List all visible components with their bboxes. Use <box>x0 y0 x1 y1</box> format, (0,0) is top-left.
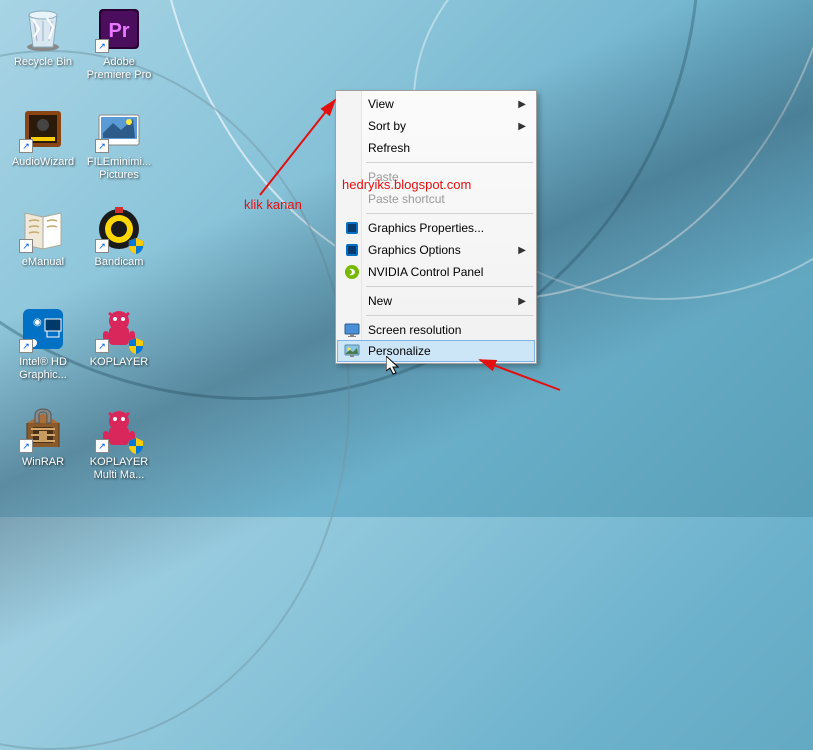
emanual-icon: ↗ <box>19 205 67 253</box>
desktop-icon-label: FILEminimi... Pictures <box>82 155 156 183</box>
shortcut-arrow-icon: ↗ <box>19 139 33 153</box>
menu-item-paste-shortcut: Paste shortcut <box>338 188 534 210</box>
menu-item-personalize[interactable]: Personalize <box>337 340 535 362</box>
menu-item-label: Graphics Options <box>368 243 461 257</box>
shortcut-arrow-icon: ↗ <box>19 339 33 353</box>
nvidia-icon <box>344 264 360 280</box>
intel-chip-icon <box>344 242 360 258</box>
menu-item-label: NVIDIA Control Panel <box>368 265 483 279</box>
desktop-icon-winrar[interactable]: ↗ WinRAR <box>6 405 80 470</box>
shortcut-arrow-icon: ↗ <box>19 239 33 253</box>
submenu-arrow-icon: ▶ <box>518 296 526 307</box>
koplayer-multi-icon: ↗ <box>95 405 143 453</box>
desktop-icon-intel-hd[interactable]: ◉↗Intel® HD Graphic... <box>6 305 80 383</box>
shortcut-arrow-icon: ↗ <box>95 339 109 353</box>
personalize-icon <box>344 343 360 359</box>
svg-text:◉: ◉ <box>33 317 42 328</box>
menu-separator <box>366 286 533 287</box>
menu-item-label: Refresh <box>368 141 410 155</box>
menu-item-graphics-properties[interactable]: Graphics Properties... <box>338 217 534 239</box>
menu-item-label: View <box>368 97 394 111</box>
menu-item-label: Screen resolution <box>368 323 461 337</box>
uac-shield-icon <box>127 237 145 255</box>
recycle-bin-icon <box>19 5 67 53</box>
desktop-icon-label: Adobe Premiere Pro <box>82 55 156 83</box>
submenu-arrow-icon: ▶ <box>518 121 526 132</box>
intel-chip-icon <box>344 220 360 236</box>
bandicam-icon: ↗ <box>95 205 143 253</box>
menu-item-label: Personalize <box>368 344 431 358</box>
desktop-icon-label: Bandicam <box>82 255 156 270</box>
menu-item-label: Paste shortcut <box>368 192 445 206</box>
shortcut-arrow-icon: ↗ <box>95 39 109 53</box>
desktop-icon-premiere[interactable]: Pr↗Adobe Premiere Pro <box>82 5 156 83</box>
menu-item-label: New <box>368 294 392 308</box>
audiowizard-icon: ↗ <box>19 105 67 153</box>
shortcut-arrow-icon: ↗ <box>95 139 109 153</box>
desktop-icon-emanual[interactable]: ↗ eManual <box>6 205 80 270</box>
premiere-icon: Pr↗ <box>95 5 143 53</box>
menu-item-view[interactable]: View ▶ <box>338 93 534 115</box>
menu-item-label: Sort by <box>368 119 406 133</box>
desktop-icon-label: WinRAR <box>6 455 80 470</box>
menu-item-sort-by[interactable]: Sort by ▶ <box>338 115 534 137</box>
menu-separator <box>366 315 533 316</box>
submenu-arrow-icon: ▶ <box>518 99 526 110</box>
winrar-icon: ↗ <box>19 405 67 453</box>
menu-item-screen-resolution[interactable]: Screen resolution <box>338 319 534 341</box>
menu-item-new[interactable]: New ▶ <box>338 290 534 312</box>
desktop-icon-label: AudioWizard <box>6 155 80 170</box>
intel-hd-icon: ◉↗ <box>19 305 67 353</box>
koplayer-icon: ↗ <box>95 305 143 353</box>
svg-text:Pr: Pr <box>108 20 129 42</box>
desktop-icon-label: KOPLAYER Multi Ma... <box>82 455 156 483</box>
uac-shield-icon <box>127 437 145 455</box>
desktop-icon-koplayer[interactable]: ↗ KOPLAYER <box>82 305 156 370</box>
desktop-icon-label: Recycle Bin <box>6 55 80 70</box>
fileminimizer-icon: ↗ <box>95 105 143 153</box>
shortcut-arrow-icon: ↗ <box>19 439 33 453</box>
menu-item-label: Graphics Properties... <box>368 221 484 235</box>
uac-shield-icon <box>127 337 145 355</box>
desktop-icon-label: Intel® HD Graphic... <box>6 355 80 383</box>
shortcut-arrow-icon: ↗ <box>95 439 109 453</box>
desktop-icon-label: eManual <box>6 255 80 270</box>
desktop-icon-recycle-bin[interactable]: Recycle Bin <box>6 5 80 70</box>
desktop-icon-fileminimizer[interactable]: ↗ FILEminimi... Pictures <box>82 105 156 183</box>
monitor-icon <box>344 322 360 338</box>
desktop-context-menu: View ▶ Sort by ▶ Refresh Paste Paste shortcut G… <box>335 90 537 364</box>
menu-separator <box>366 213 533 214</box>
menu-item-graphics-options[interactable]: Graphics Options ▶ <box>338 239 534 261</box>
menu-separator <box>366 162 533 163</box>
menu-item-refresh[interactable]: Refresh <box>338 137 534 159</box>
desktop-icon-audiowizard[interactable]: ↗ AudioWizard <box>6 105 80 170</box>
shortcut-arrow-icon: ↗ <box>95 239 109 253</box>
menu-item-paste: Paste <box>338 166 534 188</box>
submenu-arrow-icon: ▶ <box>518 245 526 256</box>
menu-item-nvidia-control-panel[interactable]: NVIDIA Control Panel <box>338 261 534 283</box>
desktop-icon-label: KOPLAYER <box>82 355 156 370</box>
desktop-icon-koplayer-multi[interactable]: ↗ KOPLAYER Multi Ma... <box>82 405 156 483</box>
menu-item-label: Paste <box>368 170 399 184</box>
desktop-icon-bandicam[interactable]: ↗ Bandicam <box>82 205 156 270</box>
